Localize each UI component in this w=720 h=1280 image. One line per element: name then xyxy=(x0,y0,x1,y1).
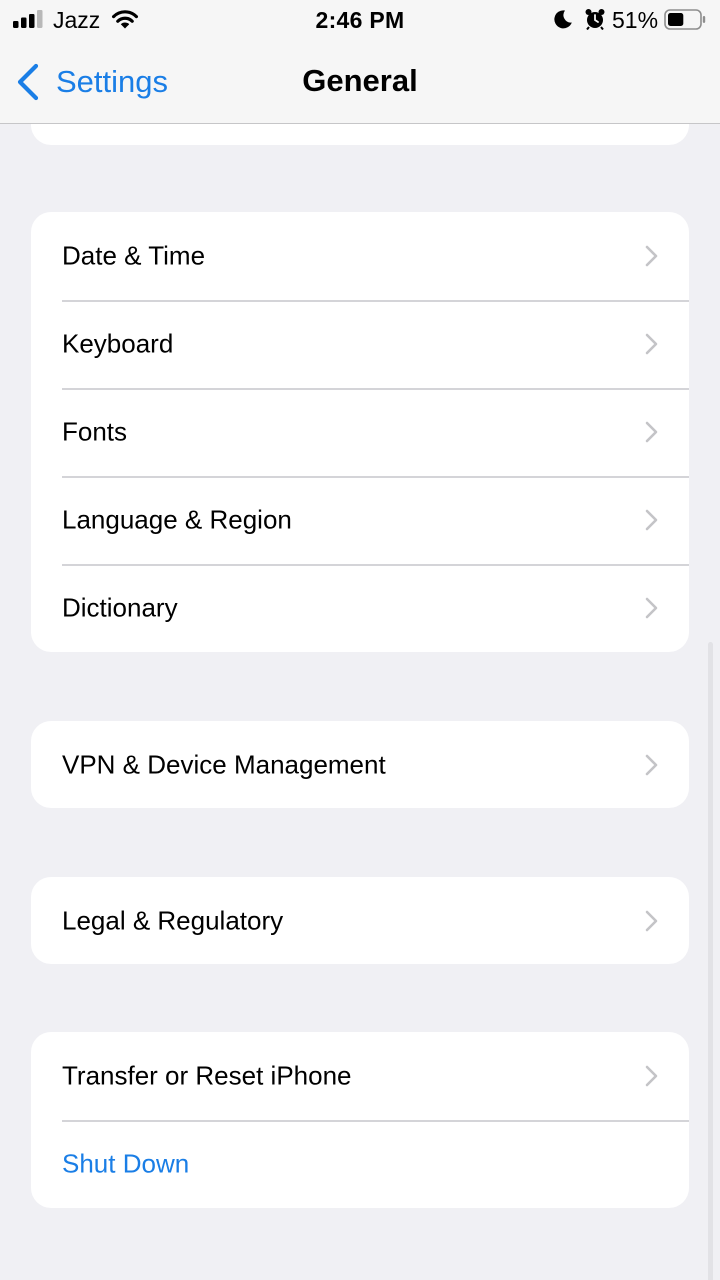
settings-group-locale: Date & Time Keyboard Fonts Language & Re… xyxy=(31,212,689,652)
settings-group-reset: Transfer or Reset iPhone Shut Down xyxy=(31,1032,689,1208)
scrollbar[interactable] xyxy=(708,642,713,1280)
moon-icon xyxy=(554,10,572,29)
chevron-right-icon xyxy=(645,245,658,267)
row-label: Dictionary xyxy=(62,592,178,623)
row-date-time[interactable]: Date & Time xyxy=(31,212,689,300)
row-label: Date & Time xyxy=(62,240,206,271)
chevron-right-icon xyxy=(645,754,658,775)
page-title: General xyxy=(302,63,418,98)
row-label: Fonts xyxy=(62,416,128,447)
settings-group-legal: Legal & Regulatory xyxy=(31,877,689,964)
row-vpn-device-management[interactable]: VPN & Device Management xyxy=(31,721,689,808)
shut-down-button[interactable]: Shut Down xyxy=(31,1120,689,1208)
row-label: Language & Region xyxy=(62,504,292,535)
row-dictionary[interactable]: Dictionary xyxy=(31,564,689,652)
row-label: Legal & Regulatory xyxy=(62,905,284,935)
chevron-right-icon xyxy=(645,509,658,531)
row-legal-regulatory[interactable]: Legal & Regulatory xyxy=(31,877,689,964)
navigation-header: Jazz 2:46 PM 51% Settings General xyxy=(0,0,720,124)
battery-icon xyxy=(664,9,706,30)
row-fonts[interactable]: Fonts xyxy=(31,388,689,476)
row-label: Shut Down xyxy=(62,1148,190,1179)
row-label: Keyboard xyxy=(62,328,174,359)
nav-bar: Settings General xyxy=(0,40,720,124)
status-bar: Jazz 2:46 PM 51% xyxy=(0,0,720,40)
row-keyboard[interactable]: Keyboard xyxy=(31,300,689,388)
row-label: Transfer or Reset iPhone xyxy=(62,1060,352,1091)
chevron-right-icon xyxy=(645,421,658,443)
chevron-right-icon xyxy=(645,1065,658,1087)
battery-percentage: 51% xyxy=(612,7,659,33)
row-language-region[interactable]: Language & Region xyxy=(31,476,689,564)
row-label: VPN & Device Management xyxy=(62,749,386,779)
alarm-icon xyxy=(585,9,605,30)
chevron-right-icon xyxy=(645,597,658,619)
chevron-right-icon xyxy=(645,333,658,355)
chevron-right-icon xyxy=(645,910,658,931)
row-transfer-reset-iphone[interactable]: Transfer or Reset iPhone xyxy=(31,1032,689,1120)
settings-group-vpn: VPN & Device Management xyxy=(31,721,689,808)
